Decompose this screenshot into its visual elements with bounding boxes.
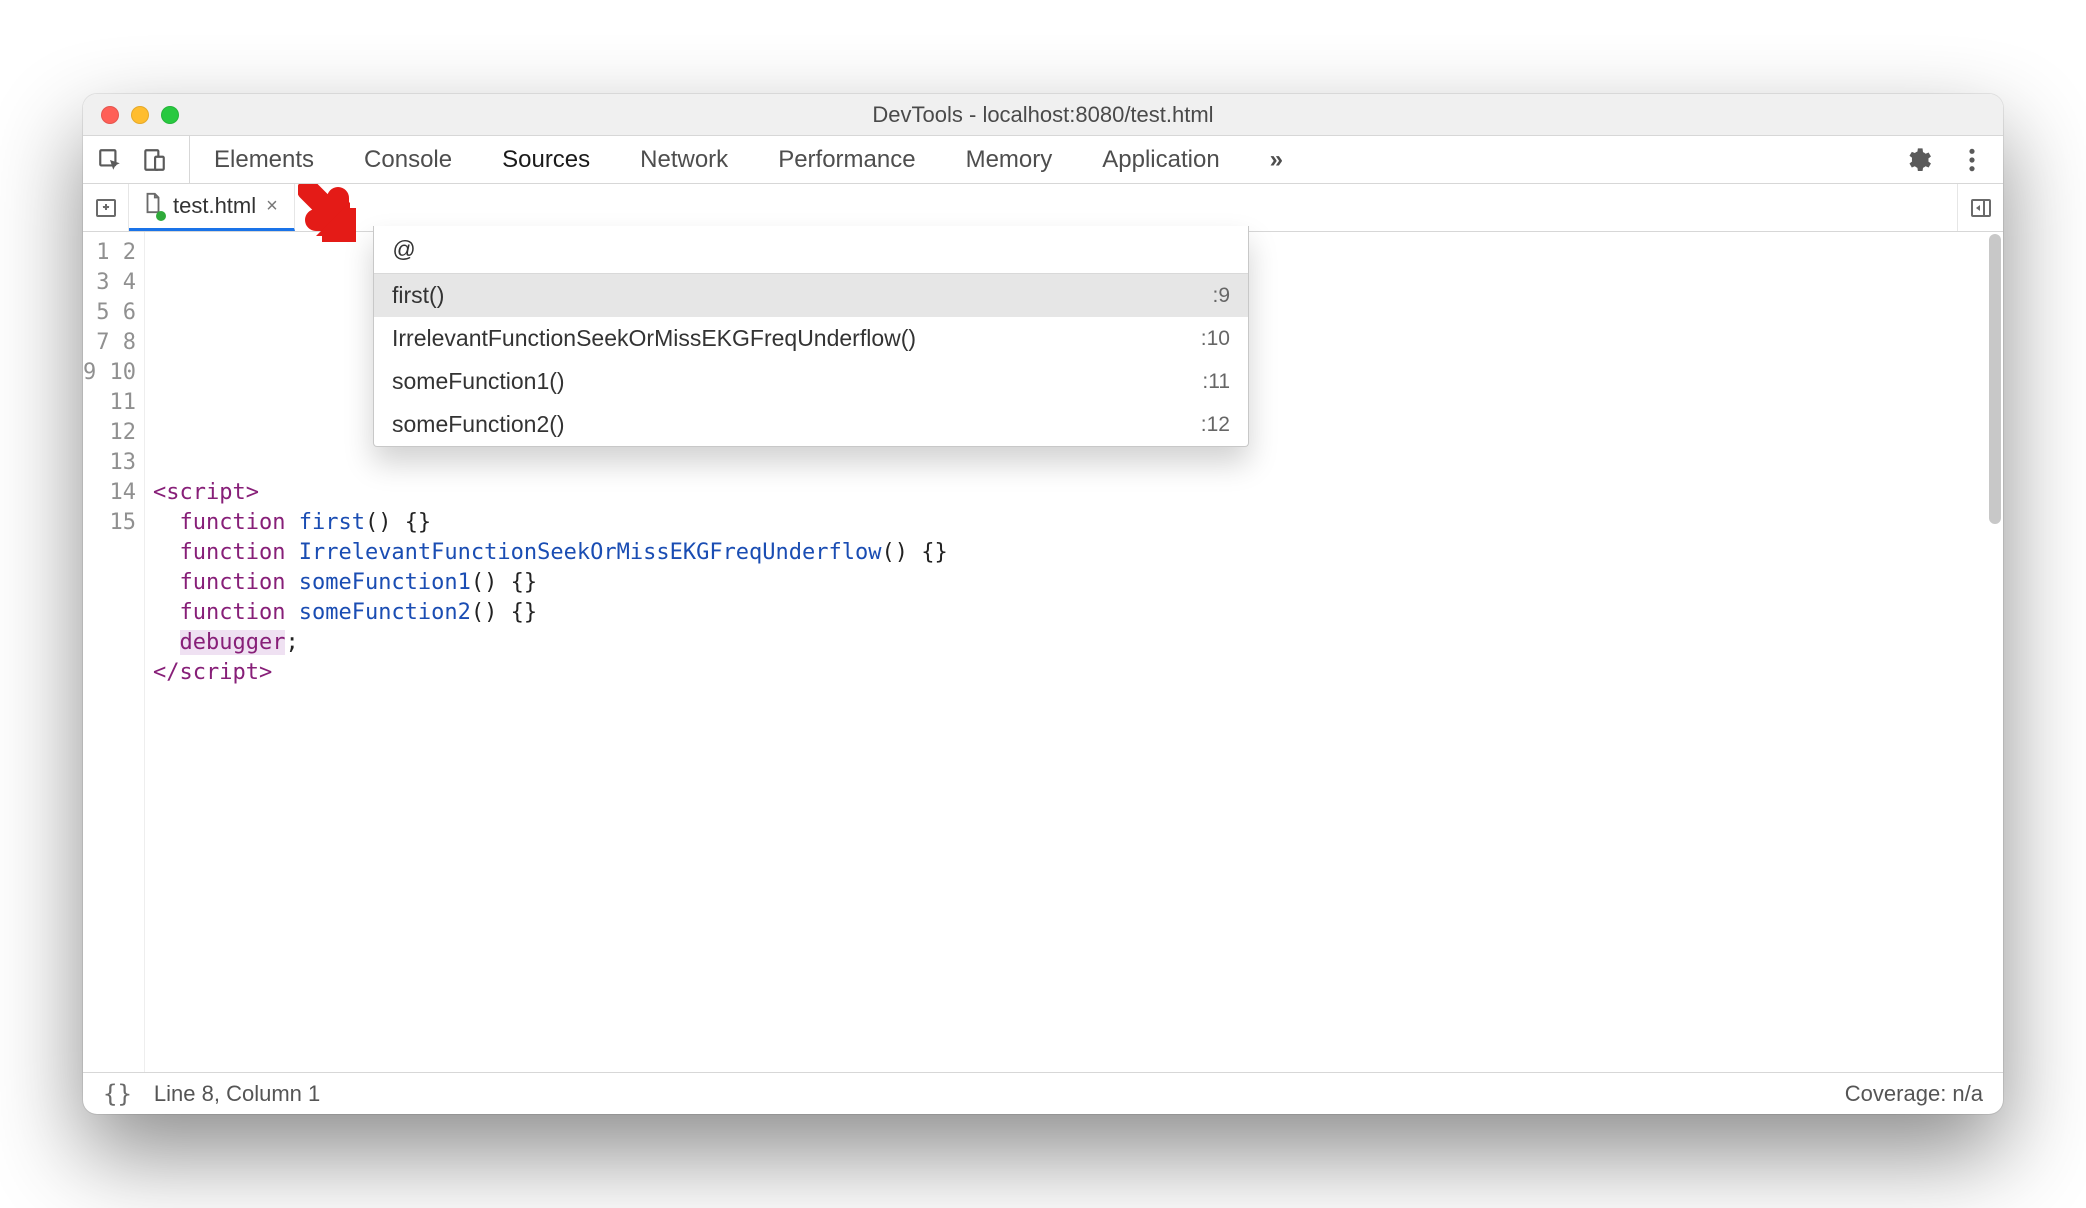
titlebar: DevTools - localhost:8080/test.html [83, 94, 2003, 136]
result-line: :11 [1202, 370, 1230, 394]
code-token: () {} [365, 510, 431, 535]
file-tab-label: test.html [173, 193, 256, 218]
tab-application[interactable]: Application [1098, 136, 1223, 183]
code-token: function [180, 600, 286, 625]
code-token: () {} [882, 540, 948, 565]
cursor-position: Line 8, Column 1 [154, 1081, 320, 1107]
code-token: first [299, 510, 365, 535]
tab-elements[interactable]: Elements [210, 136, 318, 183]
traffic-lights [83, 106, 179, 124]
file-tabs-row: test.html × [83, 184, 2003, 232]
window-title: DevTools - localhost:8080/test.html [83, 102, 2003, 128]
code-token: someFunction2 [299, 600, 471, 625]
result-line: :10 [1201, 327, 1230, 351]
settings-icon[interactable] [1901, 143, 1935, 177]
line-gutter: 1 2 3 4 5 6 7 8 9 10 11 12 13 14 15 [83, 232, 145, 1072]
code-token: > [259, 660, 272, 685]
quick-open-popup: @ first() :9 IrrelevantFunctionSeekOrMis… [373, 226, 1249, 447]
result-line: :12 [1201, 413, 1230, 437]
devtools-window: DevTools - localhost:8080/test.html Elem… [83, 94, 2003, 1114]
coverage-label[interactable]: Coverage: n/a [1845, 1081, 1983, 1107]
pretty-print-icon[interactable]: {} [103, 1080, 132, 1108]
tab-console[interactable]: Console [360, 136, 456, 183]
code-token: function [180, 510, 286, 535]
tab-memory[interactable]: Memory [962, 136, 1057, 183]
code-token: function [180, 570, 286, 595]
code-token: function [180, 540, 286, 565]
statusbar: {} Line 8, Column 1 Coverage: n/a [83, 1072, 2003, 1114]
tab-performance[interactable]: Performance [774, 136, 919, 183]
quick-open-result[interactable]: IrrelevantFunctionSeekOrMissEKGFreqUnder… [374, 317, 1248, 360]
code-token: script [166, 480, 245, 505]
zoom-window-button[interactable] [161, 106, 179, 124]
close-window-button[interactable] [101, 106, 119, 124]
result-label: first() [392, 282, 444, 309]
quick-open-result[interactable]: first() :9 [374, 274, 1248, 317]
tab-sources[interactable]: Sources [498, 136, 594, 183]
result-line: :9 [1212, 284, 1230, 308]
code-token: () {} [471, 600, 537, 625]
code-token: someFunction1 [299, 570, 471, 595]
debugger-pane-toggle-icon[interactable] [1957, 184, 2003, 231]
file-tab-close-icon[interactable]: × [266, 195, 278, 218]
device-toolbar-icon[interactable] [137, 143, 171, 177]
code-token: </ [153, 660, 180, 685]
code-token: debugger [180, 630, 286, 655]
quick-open-result[interactable]: someFunction1() :11 [374, 360, 1248, 403]
tab-overflow[interactable]: » [1266, 136, 1287, 183]
file-tab-test-html[interactable]: test.html × [129, 184, 295, 231]
result-label: IrrelevantFunctionSeekOrMissEKGFreqUnder… [392, 325, 916, 352]
more-menu-icon[interactable] [1955, 143, 1989, 177]
quick-open-query[interactable]: @ [374, 226, 1248, 274]
minimize-window-button[interactable] [131, 106, 149, 124]
tab-network[interactable]: Network [636, 136, 732, 183]
file-modified-dot-icon [156, 211, 166, 221]
code-token: ; [285, 630, 298, 655]
code-token: script [180, 660, 259, 685]
code-token: () {} [471, 570, 537, 595]
panel-tabs: Elements Console Sources Network Perform… [200, 136, 1287, 183]
tabbar: Elements Console Sources Network Perform… [83, 136, 2003, 184]
inspect-element-icon[interactable] [93, 143, 127, 177]
navigator-toggle-icon[interactable] [83, 184, 129, 231]
result-label: someFunction1() [392, 368, 565, 395]
code-token: IrrelevantFunctionSeekOrMissEKGFreqUnder… [299, 540, 882, 565]
scrollbar-thumb[interactable] [1989, 234, 2001, 524]
quick-open-result[interactable]: someFunction2() :12 [374, 403, 1248, 446]
result-label: someFunction2() [392, 411, 565, 438]
